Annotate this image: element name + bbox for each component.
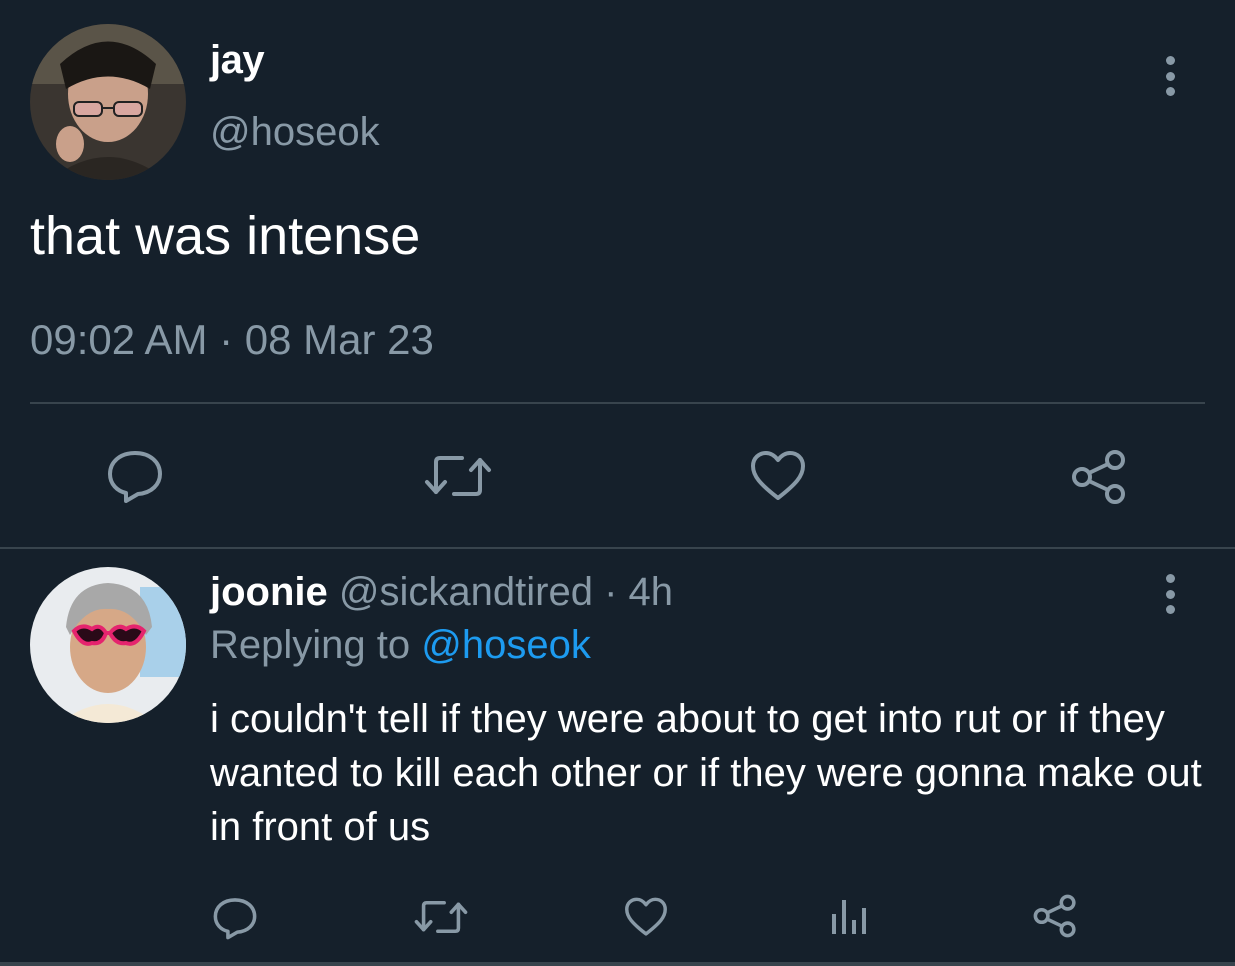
replying-to: Replying to @hoseok [210,623,591,668]
divider [30,402,1205,404]
reply-header: joonie @sickandtired · 4h [210,570,673,615]
like-icon [625,897,667,936]
more-dot [1165,589,1175,599]
like-button[interactable] [750,450,806,502]
reply-age[interactable]: 4h [629,570,674,614]
tweet-timestamp[interactable]: 09:02 AM · 08 Mar 23 [30,316,434,364]
divider [0,962,1235,966]
reply-author-handle[interactable]: @sickandtired [339,570,593,614]
more-dot [1165,87,1175,96]
more-options-button[interactable] [1158,56,1182,96]
like-button[interactable] [624,897,668,937]
reply-text: i couldn't tell if they were about to ge… [210,697,1202,849]
share-button[interactable] [1070,449,1128,505]
author-handle[interactable]: @hoseok [210,110,380,155]
analytics-icon [832,900,866,934]
avatar-main[interactable] [30,24,186,180]
retweet-icon [425,456,491,496]
reply-button[interactable] [212,896,258,940]
share-icon [1033,894,1076,938]
divider [0,547,1235,549]
more-dot [1165,574,1175,583]
separator: · [592,570,629,614]
replying-to-mention[interactable]: @hoseok [421,623,591,667]
more-options-button[interactable] [1158,574,1182,614]
retweet-button[interactable] [414,898,468,936]
retweet-icon [414,900,468,934]
analytics-button[interactable] [830,898,870,936]
replying-to-label: Replying to [210,623,422,667]
like-icon [751,451,805,500]
share-icon [1072,450,1125,504]
retweet-button[interactable] [424,452,492,500]
tweet-text: that was intense [30,206,421,266]
share-button[interactable] [1032,894,1078,938]
reply-icon [213,898,257,940]
more-dot [1165,56,1175,65]
reply-author-name[interactable]: joonie [210,570,328,614]
more-dot [1165,71,1175,81]
author-name[interactable]: jay [210,38,265,83]
reply-button[interactable] [106,448,164,504]
more-dot [1165,605,1175,614]
tweet-thread-screen: jay @hoseok that was intense 09:02 AM · … [0,0,1235,966]
avatar-reply[interactable] [30,567,186,723]
reply-icon [108,451,162,503]
